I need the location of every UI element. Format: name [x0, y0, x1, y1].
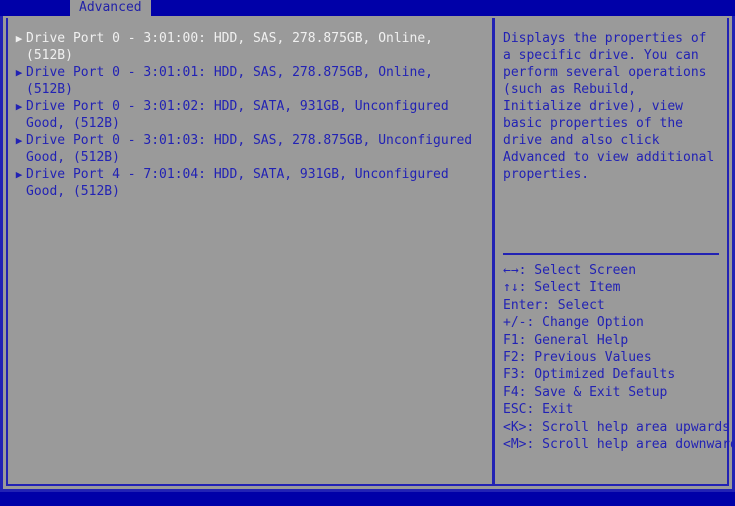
list-item-label: Drive Port 0 - 3:01:01: HDD, SAS, 278.87… — [26, 65, 441, 97]
legend-item: <M>: Scroll help area downwards — [503, 436, 735, 453]
legend-label: : Scroll help area downwards — [526, 437, 735, 453]
key-legend: ←→: Select Screen ↑↓: Select Item Enter:… — [503, 262, 735, 453]
legend-key: F1 — [503, 332, 519, 348]
legend-label: : Previous Values — [518, 350, 652, 366]
legend-key: F4 — [503, 384, 519, 400]
submenu-arrow-icon: ▶ — [15, 100, 23, 113]
list-item-label: Drive Port 0 - 3:01:00: HDD, SAS, 278.87… — [26, 31, 441, 63]
legend-item: F2: Previous Values — [503, 349, 721, 366]
legend-label: : Select Item — [518, 280, 621, 296]
help-pane: Displays the properties of a specific dr… — [495, 18, 735, 484]
legend-item: F3: Optimized Defaults — [503, 366, 721, 383]
legend-key: F2 — [503, 350, 519, 366]
legend-label: : Change Option — [526, 315, 644, 331]
content-frame: ▶ Drive Port 0 - 3:01:00: HDD, SAS, 278.… — [0, 16, 735, 492]
list-item[interactable]: ▶ Drive Port 0 - 3:01:01: HDD, SAS, 278.… — [12, 64, 483, 98]
list-item-label: Drive Port 4 - 7:01:04: HDD, SATA, 931GB… — [26, 167, 457, 199]
legend-key: F3 — [503, 367, 519, 383]
tab-advanced[interactable]: Advanced — [70, 0, 151, 16]
drive-list-pane: ▶ Drive Port 0 - 3:01:00: HDD, SAS, 278.… — [8, 18, 489, 484]
legend-item: <K>: Scroll help area upwards — [503, 419, 730, 436]
legend-label: : Exit — [526, 402, 574, 418]
legend-item: F1: General Help — [503, 332, 721, 349]
bottom-strip — [0, 492, 735, 506]
legend-item: Enter: Select — [503, 297, 721, 314]
list-item[interactable]: ▶ Drive Port 0 - 3:01:03: HDD, SAS, 278.… — [12, 132, 483, 166]
bios-setup-screen: Advanced ▶ Drive Port 0 - 3:01:00: HDD, … — [0, 0, 735, 506]
legend-key: <K> — [503, 419, 527, 435]
legend-label: : Optimized Defaults — [518, 367, 676, 383]
legend-label: : Select Screen — [518, 263, 637, 278]
submenu-arrow-icon: ▶ — [15, 32, 23, 45]
tab-advanced-label: Advanced — [79, 0, 142, 15]
legend-label: : Save & Exit Setup — [518, 384, 668, 400]
legend-key: <M> — [503, 437, 527, 453]
help-description: Displays the properties of a specific dr… — [503, 31, 723, 182]
submenu-arrow-icon: ▶ — [15, 168, 23, 181]
menu-tab-bar: Advanced — [0, 0, 735, 16]
list-item-label: Drive Port 0 - 3:01:02: HDD, SATA, 931GB… — [26, 99, 457, 131]
legend-key: ESC — [503, 402, 527, 418]
submenu-arrow-icon: ▶ — [15, 66, 23, 79]
legend-item: ←→: Select Screen — [503, 262, 721, 279]
legend-label: : Scroll help area upwards — [526, 419, 730, 435]
list-item-label: Drive Port 0 - 3:01:03: HDD, SAS, 278.87… — [26, 133, 480, 165]
help-divider-rule — [503, 253, 719, 255]
legend-item: F4: Save & Exit Setup — [503, 384, 721, 401]
legend-key: +/- — [503, 315, 527, 331]
legend-label: : General Help — [518, 332, 629, 348]
legend-key: Enter — [503, 297, 543, 313]
legend-item: ESC: Exit — [503, 401, 721, 418]
legend-key: ←→ — [503, 263, 519, 278]
submenu-arrow-icon: ▶ — [15, 134, 23, 147]
list-item[interactable]: ▶ Drive Port 4 - 7:01:04: HDD, SATA, 931… — [12, 166, 483, 200]
legend-key: ↑↓ — [503, 280, 519, 296]
list-item[interactable]: ▶ Drive Port 0 - 3:01:00: HDD, SAS, 278.… — [12, 30, 483, 64]
legend-label: : Select — [542, 297, 605, 313]
legend-item: +/-: Change Option — [503, 314, 721, 331]
legend-item: ↑↓: Select Item — [503, 279, 721, 296]
list-item[interactable]: ▶ Drive Port 0 - 3:01:02: HDD, SATA, 931… — [12, 98, 483, 132]
content-frame-inner: ▶ Drive Port 0 - 3:01:00: HDD, SAS, 278.… — [6, 18, 735, 486]
